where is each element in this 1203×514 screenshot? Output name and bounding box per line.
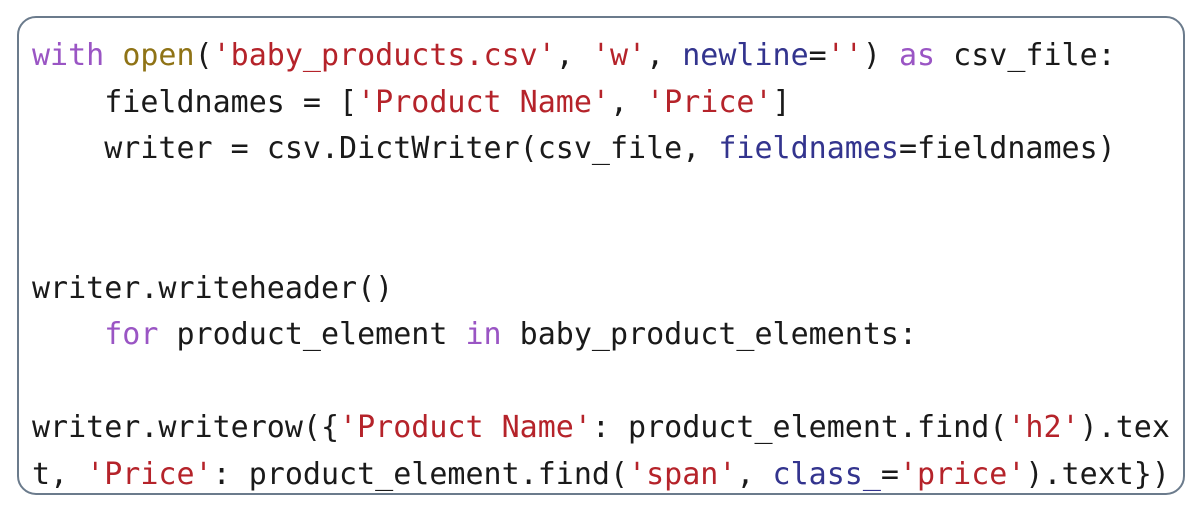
code-token-kwarg: fieldnames	[718, 131, 899, 166]
code-token-plain: ).text})	[1025, 456, 1170, 492]
code-token-plain: writer.writeheader()	[32, 270, 394, 306]
code-token-plain: ]	[772, 84, 791, 120]
code-token-keyword: in	[465, 317, 502, 352]
code-token-plain: =	[808, 38, 827, 73]
code-line: writer.writeheader()	[32, 266, 1183, 313]
code-token-plain: product_element	[158, 317, 466, 352]
code-token-string: 'price'	[898, 456, 1026, 492]
code-line: fieldnames = ['Product Name', 'Price']	[32, 80, 1183, 127]
code-token-plain: =fieldnames)	[898, 131, 1116, 166]
code-token-plain: t,	[32, 456, 87, 492]
code-token-plain: ,	[555, 38, 592, 73]
code-token-plain: ,	[736, 456, 773, 492]
code-token-string: 'w'	[591, 38, 647, 73]
code-token-kwarg: newline	[682, 38, 809, 73]
code-line: with open('baby_products.csv', 'w', newl…	[32, 33, 1183, 80]
code-token-string: 'h2'	[1007, 410, 1080, 445]
code-token-plain: ).tex	[1079, 410, 1170, 445]
code-token-string: 'Price'	[646, 84, 773, 120]
code-token-plain: ,	[609, 84, 647, 120]
code-token-string: 'baby_products.csv'	[212, 38, 556, 73]
code-token-plain: csv_file:	[935, 38, 1116, 73]
code-token-plain: : product_element.find(	[591, 410, 1008, 445]
code-token-string: ''	[826, 38, 863, 73]
code-token-plain: )	[862, 38, 899, 73]
code-token-keyword: with	[32, 38, 105, 73]
code-token-plain: writer.writerow({	[32, 410, 340, 445]
code-token-keyword: as	[898, 38, 936, 73]
code-line: writer = csv.DictWriter(csv_file, fieldn…	[32, 126, 1183, 173]
code-token-string: 'span'	[628, 456, 737, 492]
code-card: with open('baby_products.csv', 'w', newl…	[17, 16, 1185, 495]
screenshot-root: with open('baby_products.csv', 'w', newl…	[0, 0, 1203, 514]
code-block[interactable]: with open('baby_products.csv', 'w', newl…	[32, 33, 1183, 494]
code-token-string: 'Product Name'	[339, 410, 592, 445]
code-token-keyword: for	[104, 317, 159, 352]
code-token-plain: ,	[646, 38, 683, 73]
code-line: t, 'Price': product_element.find('span',…	[32, 452, 1183, 494]
code-token-plain: : product_element.find(	[212, 456, 629, 492]
code-token-plain: fieldnames = [	[32, 84, 358, 120]
code-token-plain: baby_product_elements:	[501, 317, 918, 352]
code-token-plain: writer = csv.DictWriter(csv_file,	[32, 131, 719, 166]
code-token-builtin: open	[122, 38, 195, 73]
code-token-string: 'Product Name'	[357, 84, 610, 120]
code-token-plain: (	[194, 38, 213, 73]
code-token-kwarg: class_	[772, 456, 881, 492]
code-token-string: 'Price'	[86, 456, 213, 492]
code-line: writer.writerow({'Product Name': product…	[32, 405, 1183, 452]
code-line: for product_element in baby_product_elem…	[32, 312, 1183, 359]
code-token-plain: =	[880, 456, 899, 492]
